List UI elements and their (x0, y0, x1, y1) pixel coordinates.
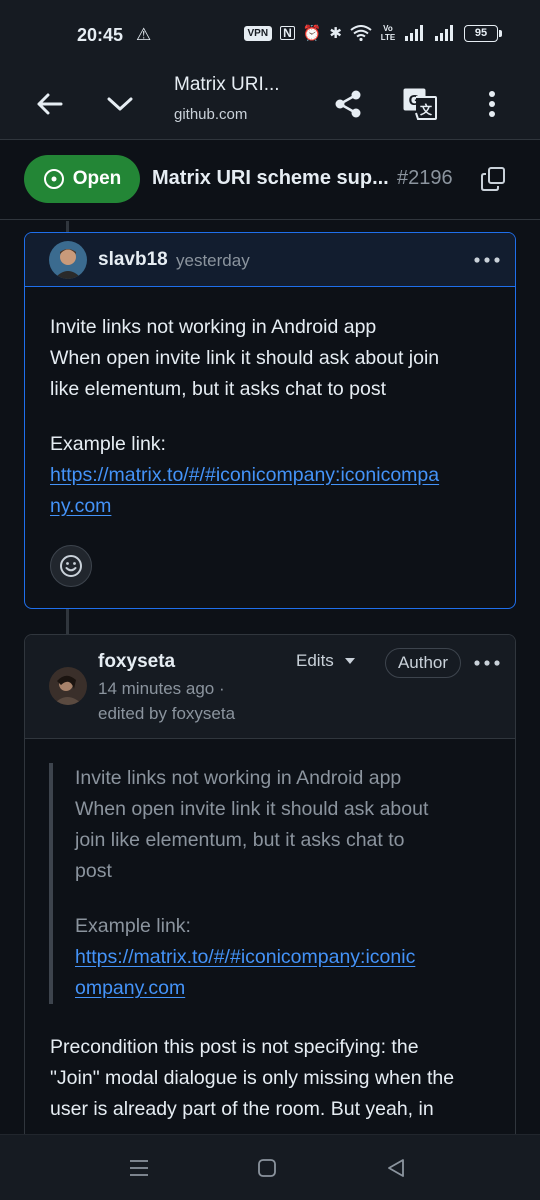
comment-card: slavb18 yesterday Invite links not worki… (24, 232, 516, 609)
timeline-line (66, 609, 69, 635)
edits-dropdown[interactable]: Edits (296, 651, 356, 671)
quote-example-link-continued[interactable]: ompany.com (75, 977, 185, 999)
quoted-reply: Invite links not working in Android app … (49, 763, 489, 1004)
quote-line: When open invite link it should ask abou… (75, 798, 429, 820)
chevron-down-icon[interactable] (100, 80, 140, 128)
signal-icon-2 (435, 25, 453, 41)
issue-number: #2196 (397, 167, 453, 189)
back-arrow-icon[interactable] (28, 80, 70, 128)
home-icon[interactable] (249, 1155, 285, 1181)
edits-label: Edits (296, 651, 334, 670)
comment-author[interactable]: slavb18 (98, 249, 168, 271)
system-navigation-bar (0, 1134, 540, 1200)
comment-line: user is already part of the room. But ye… (50, 1098, 434, 1120)
comment-card: foxyseta Edits Author 14 minutes ago · e… (24, 634, 516, 1154)
more-vertical-icon[interactable] (472, 80, 512, 128)
more-horizontal-icon[interactable] (471, 651, 503, 675)
quote-example-label: Example link: (75, 915, 191, 937)
comment-body: Invite links not working in Android app … (50, 312, 500, 522)
comment-line: like elementum, but it asks chat to post (50, 378, 386, 400)
alarm-icon: ⏰ (302, 24, 322, 42)
comment-line: When open invite link it should ask abou… (50, 347, 440, 369)
status-time: 20:45 (77, 25, 124, 45)
quote-line: Invite links not working in Android app (75, 767, 402, 789)
example-link[interactable]: https://matrix.to/#/#iconicompany:iconic… (50, 464, 439, 486)
example-label: Example link: (50, 433, 166, 455)
comment-line: Invite links not working in Android app (50, 316, 377, 338)
comment-timestamp[interactable]: yesterday (176, 251, 250, 271)
comment-line: "Join" modal dialogue is only missing wh… (50, 1067, 455, 1089)
comment-header: foxyseta Edits Author 14 minutes ago · e… (25, 635, 515, 739)
issue-title: Matrix URI scheme sup... (152, 167, 389, 189)
avatar[interactable] (49, 241, 87, 279)
wifi-icon (350, 25, 372, 41)
comment-body: Precondition this post is not specifying… (50, 1032, 510, 1125)
issue-state-label: Open (72, 168, 122, 189)
comment-timestamp[interactable]: 14 minutes ago · (98, 679, 225, 699)
status-bar: 20:45 ⚠ VPN N ⏰ ✱ Vo LTE 95 (0, 0, 540, 70)
alert-icon: ⚠ (136, 25, 152, 44)
battery-icon: 95 (464, 24, 502, 42)
issue-header: Open Matrix URI scheme sup... #2196 (0, 140, 540, 220)
quote-example-link[interactable]: https://matrix.to/#/#iconicompany:iconic (75, 946, 415, 968)
example-link-continued[interactable]: ny.com (50, 495, 111, 517)
page-title: Matrix URI... (174, 74, 280, 95)
back-icon[interactable] (378, 1155, 414, 1181)
issue-state-badge: Open (24, 155, 140, 203)
battery-level: 95 (474, 27, 488, 39)
svg-text:文: 文 (420, 102, 433, 117)
bluetooth-icon: ✱ (329, 24, 342, 42)
status-icons: VPN N ⏰ ✱ Vo LTE 95 (243, 24, 502, 42)
recent-apps-icon[interactable] (121, 1155, 157, 1181)
author-role-badge: Author (385, 648, 461, 678)
comment-author[interactable]: foxyseta (98, 651, 175, 673)
avatar[interactable] (49, 667, 87, 705)
signal-icon-1 (405, 25, 423, 41)
more-horizontal-icon[interactable] (471, 248, 503, 272)
add-reaction-button[interactable] (50, 545, 92, 587)
vpn-icon: VPN (243, 25, 273, 41)
quote-line: join like elementum, but it asks chat to (75, 829, 405, 851)
nfc-icon: N (280, 26, 295, 40)
quote-line: post (75, 860, 112, 882)
copy-icon[interactable] (478, 164, 508, 194)
comment-line: Precondition this post is not specifying… (50, 1036, 419, 1058)
share-icon[interactable] (328, 80, 368, 128)
caret-down-icon (344, 658, 355, 664)
translate-icon[interactable]: G 文 (398, 80, 442, 128)
issue-open-icon (43, 169, 64, 189)
volte-icon: Vo LTE (380, 24, 396, 42)
edited-by: edited by foxyseta (98, 704, 236, 723)
page-url[interactable]: github.com (174, 106, 247, 123)
smiley-icon (60, 555, 82, 577)
comment-header: slavb18 yesterday (25, 233, 515, 287)
